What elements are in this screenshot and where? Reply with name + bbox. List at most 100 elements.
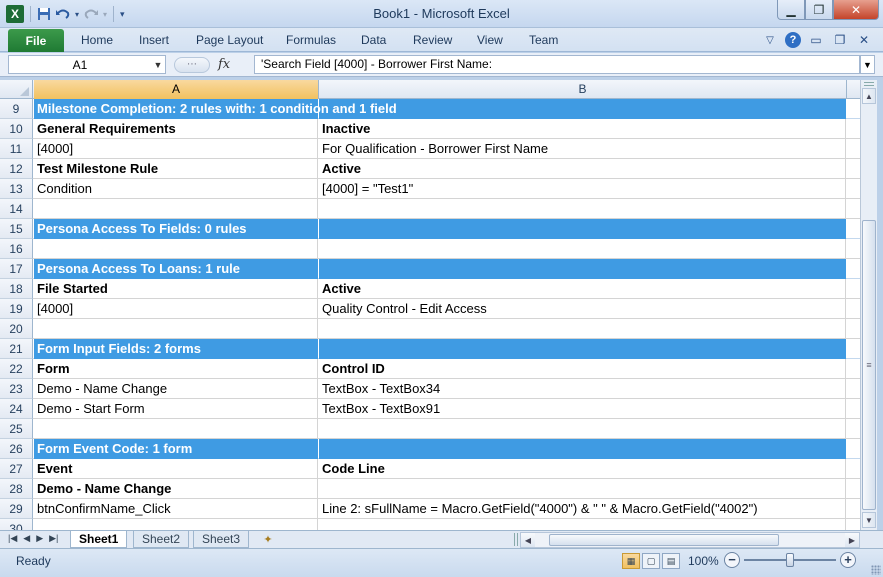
row-header[interactable]: 17 [0, 259, 33, 279]
cell-b[interactable]: Control ID [319, 359, 846, 379]
cell-b[interactable] [319, 219, 846, 239]
row-header[interactable]: 28 [0, 479, 33, 499]
cell-b[interactable] [319, 99, 846, 119]
prev-sheet-icon[interactable]: ◀ [23, 533, 30, 544]
page-break-view-icon[interactable]: ▤ [662, 553, 680, 569]
sheet-tab-sheet2[interactable]: Sheet2 [133, 531, 190, 548]
cell-a[interactable]: Condition [34, 179, 318, 199]
cell-b[interactable]: Code Line [319, 459, 846, 479]
tab-review[interactable]: Review [413, 33, 452, 47]
first-sheet-icon[interactable]: |◀ [8, 533, 17, 544]
close-button[interactable]: ✕ [833, 0, 879, 20]
insert-function-icon[interactable]: fx [218, 57, 230, 72]
column-header-b[interactable]: B [319, 80, 847, 99]
tab-view[interactable]: View [477, 33, 503, 47]
row-header[interactable]: 23 [0, 379, 33, 399]
cell-b[interactable]: Active [319, 279, 846, 299]
tab-team[interactable]: Team [529, 33, 558, 47]
cell-b[interactable] [319, 319, 846, 339]
cell-a[interactable]: btnConfirmName_Click [34, 499, 318, 519]
zoom-slider-thumb[interactable] [786, 553, 794, 567]
cell-b[interactable] [319, 339, 846, 359]
row-header[interactable]: 27 [0, 459, 33, 479]
cell-b[interactable] [319, 419, 846, 439]
row-header[interactable]: 26 [0, 439, 33, 459]
row-header[interactable]: 25 [0, 419, 33, 439]
cell-a[interactable] [34, 199, 318, 219]
cell-a[interactable]: [4000] [34, 139, 318, 159]
cell-b[interactable] [319, 439, 846, 459]
row-header[interactable]: 11 [0, 139, 33, 159]
workbook-restore-icon[interactable]: ❐ [831, 31, 849, 49]
row-header[interactable]: 18 [0, 279, 33, 299]
row-header[interactable]: 22 [0, 359, 33, 379]
cell-b[interactable]: Active [319, 159, 846, 179]
cell-b[interactable]: For Qualification - Borrower First Name [319, 139, 846, 159]
cell-a[interactable] [34, 319, 318, 339]
cell-a[interactable]: General Requirements [34, 119, 318, 139]
row-header[interactable]: 30 [0, 519, 33, 530]
cell-a[interactable]: File Started [34, 279, 318, 299]
row-header[interactable]: 20 [0, 319, 33, 339]
horizontal-scroll-thumb[interactable] [549, 534, 779, 546]
cell-a[interactable]: Form Event Code: 1 form [34, 439, 318, 459]
cell-a[interactable]: Demo - Start Form [34, 399, 318, 419]
help-icon[interactable]: ? [785, 32, 801, 48]
sheet-tab-sheet1[interactable]: Sheet1 [70, 531, 128, 548]
tab-home[interactable]: Home [81, 33, 113, 47]
normal-view-icon[interactable]: ▦ [622, 553, 640, 569]
cell-a[interactable]: Form Input Fields: 2 forms [34, 339, 318, 359]
cell-a[interactable]: Event [34, 459, 318, 479]
resize-grip-icon[interactable] [871, 565, 881, 575]
cell-b[interactable] [319, 519, 846, 530]
tab-page-layout[interactable]: Page Layout [196, 33, 263, 47]
select-all-button[interactable] [0, 80, 33, 99]
tab-file[interactable]: File [8, 29, 64, 52]
tab-formulas[interactable]: Formulas [286, 33, 336, 47]
cell-b[interactable]: Line 2: sFullName = Macro.GetField("4000… [319, 499, 846, 519]
name-box[interactable]: A1 ▼ [8, 55, 166, 74]
tab-insert[interactable]: Insert [139, 33, 169, 47]
cell-b[interactable] [319, 259, 846, 279]
row-header[interactable]: 10 [0, 119, 33, 139]
tab-data[interactable]: Data [361, 33, 386, 47]
workbook-minimize-icon[interactable]: ▭ [807, 31, 825, 49]
cell-a[interactable] [34, 519, 318, 530]
horizontal-scrollbar[interactable]: ◀ ▶ [520, 532, 860, 548]
tab-split-handle[interactable] [514, 533, 518, 546]
cell-a[interactable]: Demo - Name Change [34, 479, 318, 499]
page-layout-view-icon[interactable]: ▢ [642, 553, 660, 569]
last-sheet-icon[interactable]: ▶| [49, 533, 58, 544]
row-header[interactable]: 16 [0, 239, 33, 259]
row-header[interactable]: 9 [0, 99, 33, 119]
cell-b[interactable]: Inactive [319, 119, 846, 139]
cell-a[interactable] [34, 419, 318, 439]
cell-a[interactable]: Test Milestone Rule [34, 159, 318, 179]
cell-b[interactable] [319, 479, 846, 499]
next-sheet-icon[interactable]: ▶ [36, 533, 43, 544]
zoom-in-button[interactable]: + [840, 552, 856, 568]
row-header[interactable]: 29 [0, 499, 33, 519]
scroll-left-icon[interactable]: ◀ [521, 533, 535, 547]
cell-a[interactable]: [4000] [34, 299, 318, 319]
row-header[interactable]: 14 [0, 199, 33, 219]
scroll-down-icon[interactable]: ▼ [862, 512, 876, 528]
split-handle-icon[interactable] [864, 82, 874, 86]
zoom-level[interactable]: 100% [688, 554, 719, 568]
cell-a[interactable]: Persona Access To Loans: 1 rule [34, 259, 318, 279]
insert-sheet-icon[interactable]: ✦ [257, 532, 279, 547]
scroll-right-icon[interactable]: ▶ [845, 533, 859, 547]
cell-b[interactable] [319, 239, 846, 259]
vertical-scrollbar[interactable]: ▲ ≡ ▼ [860, 80, 877, 530]
row-header[interactable]: 24 [0, 399, 33, 419]
cell-a[interactable]: Persona Access To Fields: 0 rules [34, 219, 318, 239]
cell-a[interactable]: Demo - Name Change [34, 379, 318, 399]
minimize-button[interactable]: ▁ [777, 0, 805, 20]
cell-b[interactable]: TextBox - TextBox34 [319, 379, 846, 399]
column-header-a[interactable]: A [34, 80, 319, 99]
cell-a[interactable]: Milestone Completion: 2 rules with: 1 co… [34, 99, 397, 119]
chevron-down-icon[interactable]: ▼ [151, 60, 165, 70]
maximize-button[interactable]: ❐ [805, 0, 833, 20]
cell-b[interactable]: Quality Control - Edit Access [319, 299, 846, 319]
workbook-close-icon[interactable]: ✕ [855, 31, 873, 49]
